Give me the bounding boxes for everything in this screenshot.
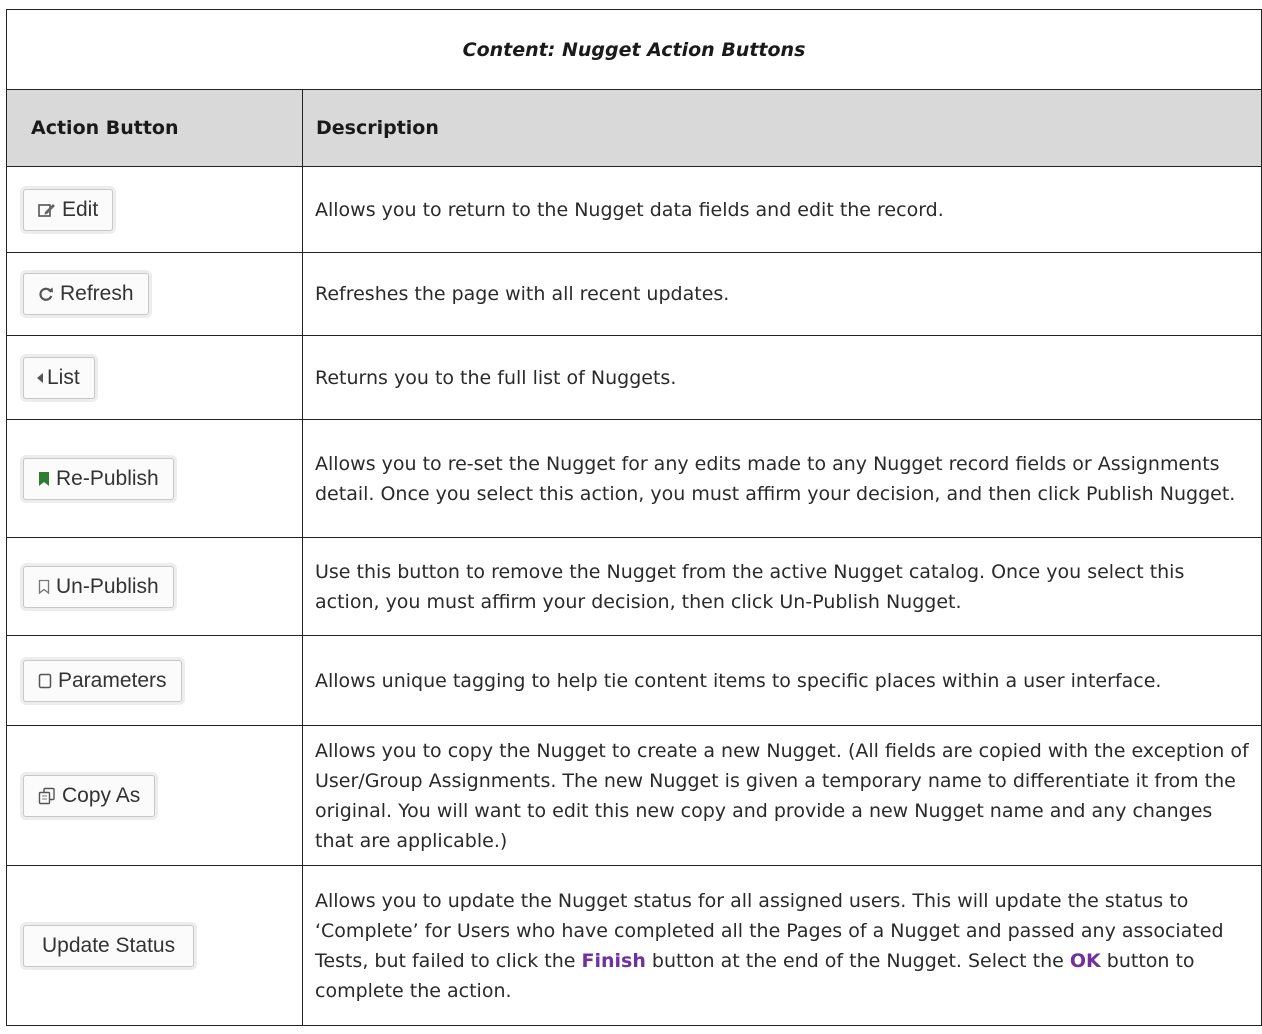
header-action-button: Action Button (6, 89, 303, 167)
refresh-button[interactable]: Refresh (23, 273, 149, 315)
list-button[interactable]: List (23, 356, 95, 399)
edit-button[interactable]: Edit (23, 188, 114, 231)
description-cell: Allows you to copy the Nugget to create … (301, 725, 1262, 866)
edit-icon (38, 202, 56, 218)
table-row: Edit Allows you to return to the Nugget … (6, 166, 1262, 253)
description-text: button at the end of the Nugget. Select … (645, 949, 1070, 972)
description-cell: Allows you to re-set the Nugget for any … (301, 419, 1262, 538)
re-publish-button[interactable]: Re-Publish (23, 457, 174, 500)
table-row: Un-Publish Use this button to remove the… (6, 537, 1262, 636)
table-row: List Returns you to the full list of Nug… (6, 335, 1262, 420)
description-cell: Allows you to update the Nugget status f… (301, 865, 1262, 1026)
description-cell: Use this button to remove the Nugget fro… (301, 537, 1262, 636)
description-cell: Allows unique tagging to help tie conten… (301, 635, 1262, 726)
caret-left-icon (36, 372, 44, 384)
square-icon (38, 673, 52, 689)
description-cell: Allows you to return to the Nugget data … (301, 166, 1262, 253)
finish-highlight: Finish (581, 949, 646, 972)
update-status-button[interactable]: Update Status (23, 924, 195, 967)
re-publish-button-label: Re-Publish (56, 466, 159, 490)
copy-as-button[interactable]: Copy As (23, 774, 156, 817)
un-publish-button-label: Un-Publish (56, 574, 159, 598)
copy-icon (38, 787, 56, 805)
bookmark-outline-icon (38, 579, 50, 595)
refresh-button-label: Refresh (60, 282, 134, 305)
header-description: Description (301, 89, 1262, 167)
copy-as-button-label: Copy As (62, 783, 141, 807)
update-status-button-label: Update Status (42, 933, 176, 957)
un-publish-button[interactable]: Un-Publish (23, 565, 174, 608)
refresh-icon (38, 286, 54, 302)
table-row: Re-Publish Allows you to re-set the Nugg… (6, 419, 1262, 538)
table-row: Parameters Allows unique tagging to help… (6, 635, 1262, 726)
list-button-label: List (47, 365, 80, 389)
edit-button-label: Edit (62, 197, 99, 221)
table-title: Content: Nugget Action Buttons (5, 9, 1262, 90)
table-row: Update Status Allows you to update the N… (6, 865, 1262, 1026)
table-row: Refresh Refreshes the page with all rece… (6, 252, 1262, 336)
table-row: Copy As Allows you to copy the Nugget to… (6, 725, 1262, 866)
parameters-button-label: Parameters (58, 668, 167, 692)
description-cell: Refreshes the page with all recent updat… (301, 252, 1262, 336)
description-cell: Returns you to the full list of Nuggets. (301, 335, 1262, 420)
ok-highlight: OK (1069, 949, 1101, 972)
bookmark-filled-icon (38, 471, 50, 487)
action-buttons-table: Content: Nugget Action Buttons Action Bu… (5, 9, 1262, 1026)
parameters-button[interactable]: Parameters (23, 659, 182, 702)
